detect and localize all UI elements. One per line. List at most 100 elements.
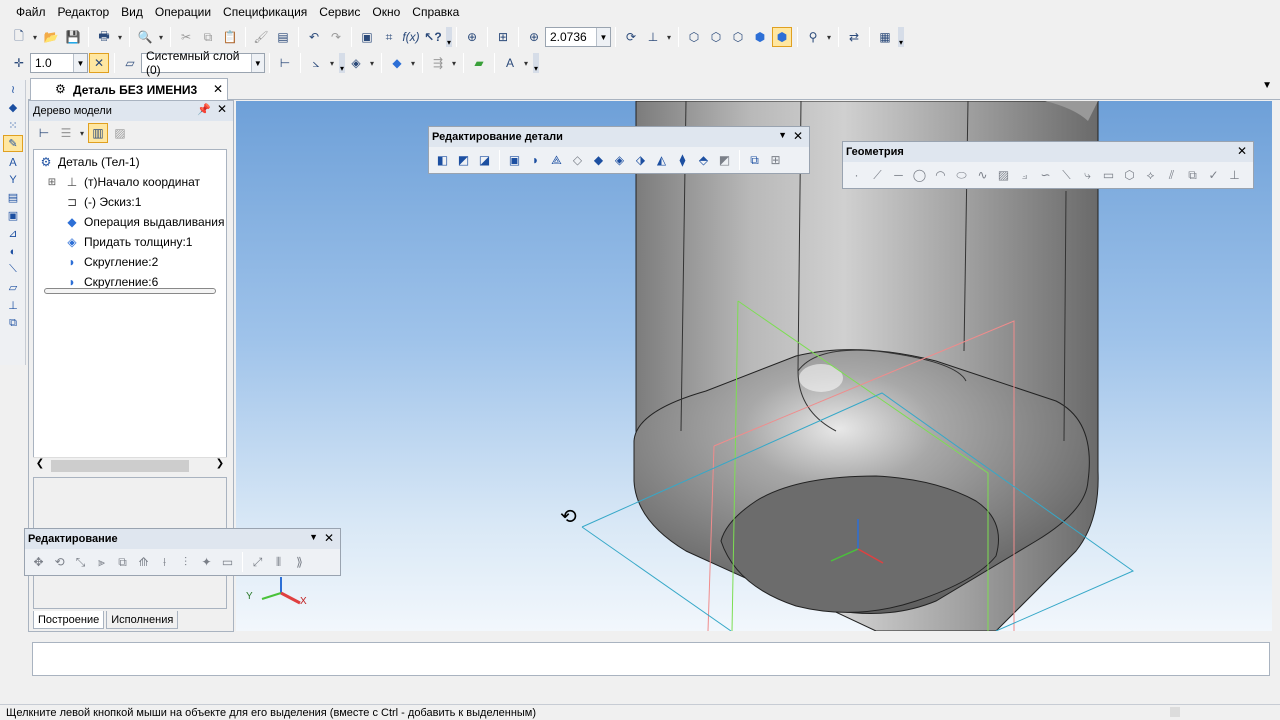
scroll-left-icon[interactable]: ❮	[33, 458, 47, 469]
circle-icon[interactable]: ◯	[910, 165, 930, 185]
rebuild-icon[interactable]: ⇄	[844, 27, 864, 47]
rotate-icon[interactable]: ⟳	[621, 27, 641, 47]
copy-icon[interactable]: ⧉	[198, 27, 218, 47]
curve-icon[interactable]: ≀	[3, 81, 23, 98]
toolbar-grip[interactable]: ▾	[446, 27, 452, 47]
polyline-icon[interactable]: ⟓	[1015, 165, 1035, 185]
chevron-down-icon[interactable]: ▼	[309, 532, 318, 542]
fillet-line-icon[interactable]: ⤷	[1078, 165, 1098, 185]
bezier-icon[interactable]: ∽	[1036, 165, 1056, 185]
paste-icon[interactable]: 📋	[220, 27, 240, 47]
surface-panel-icon[interactable]: ◐	[3, 243, 23, 260]
properties-icon[interactable]: ▤	[273, 27, 293, 47]
mirror-icon[interactable]: ◭	[652, 150, 672, 170]
zoom-in-icon[interactable]: ⊕	[524, 27, 544, 47]
menu-editor[interactable]: Редактор	[52, 0, 116, 24]
chevron-down-icon[interactable]: ▼	[596, 28, 610, 46]
chamfer-line-icon[interactable]: ⟍	[1057, 165, 1077, 185]
expand-icon[interactable]: ⊞	[44, 174, 60, 190]
chevron-down-icon[interactable]: ▼	[778, 130, 787, 140]
tree-item[interactable]: ◆ Операция выдавливания	[64, 212, 224, 232]
rollback-bar[interactable]	[44, 288, 216, 294]
filter-icon[interactable]: ⚲	[803, 27, 823, 47]
report-panel-icon[interactable]: ▣	[3, 207, 23, 224]
section-dropdown-icon[interactable]: ▾	[450, 53, 458, 73]
redo-icon[interactable]: ↷	[326, 27, 346, 47]
tree-dropdown-icon[interactable]: ▾	[78, 123, 86, 143]
rectangle-icon[interactable]: ▭	[1099, 165, 1119, 185]
project-icon[interactable]: ⧉	[1183, 165, 1203, 185]
trim-icon[interactable]: ⟊	[155, 552, 175, 572]
dimension-icon[interactable]: A	[500, 53, 520, 73]
ellipse-icon[interactable]: ⬭	[952, 165, 972, 185]
halftone-edges-icon[interactable]: ⬢	[772, 27, 792, 47]
wireframe-icon[interactable]: ⬡	[684, 27, 704, 47]
tree-view-icon[interactable]: ▨	[110, 123, 130, 143]
layer-combo[interactable]: Системный слой (0) ▼	[141, 49, 265, 77]
hole-icon[interactable]: ⬗	[631, 150, 651, 170]
arc-icon[interactable]: ◠	[931, 165, 951, 185]
tab-construction[interactable]: Построение	[33, 611, 105, 629]
thin-lines-icon[interactable]: ⬡	[728, 27, 748, 47]
dimension-dropdown-icon[interactable]: ▾	[522, 53, 530, 73]
extend-icon[interactable]: ⟫	[290, 552, 310, 572]
variables-icon[interactable]: f(x)	[401, 27, 421, 47]
cut-extrude-icon[interactable]: ▣	[505, 150, 525, 170]
split-icon[interactable]: ◩	[715, 150, 735, 170]
menu-operations[interactable]: Операции	[149, 0, 217, 24]
line-panel-icon[interactable]: ⟍	[3, 261, 23, 278]
color-dropdown-icon[interactable]: ▾	[409, 53, 417, 73]
part-edit-toolbar-header[interactable]: Редактирование детали ▼ ✕	[429, 127, 809, 147]
menu-view[interactable]: Вид	[115, 0, 149, 24]
print-icon[interactable]: 🖶	[94, 27, 114, 47]
filter-dropdown-icon[interactable]: ▾	[825, 27, 833, 47]
green-part-icon[interactable]: ▰	[469, 53, 489, 73]
close-icon[interactable]: ✕	[1237, 144, 1247, 158]
menu-specification[interactable]: Спецификация	[217, 0, 313, 24]
thread-icon[interactable]: ⬘	[694, 150, 714, 170]
measure-icon[interactable]: ▦	[875, 27, 895, 47]
point-icon[interactable]: ·	[847, 165, 867, 185]
tab-versions[interactable]: Исполнения	[106, 611, 179, 629]
align-icon[interactable]: ⫴	[269, 552, 289, 572]
zoom-window-icon[interactable]: ⊕	[462, 27, 482, 47]
library-icon[interactable]: ⌗	[379, 27, 399, 47]
toolbar-grip[interactable]: ▾	[533, 53, 539, 73]
orientation-dropdown-icon[interactable]: ▾	[665, 27, 673, 47]
geometry-toolbar-header[interactable]: Геометрия ✕	[843, 142, 1253, 162]
preview-icon[interactable]: 🔍	[135, 27, 155, 47]
section-icon[interactable]: ⇶	[428, 53, 448, 73]
scroll-thumb[interactable]	[51, 460, 189, 472]
hidden-lines-icon[interactable]: ⬡	[706, 27, 726, 47]
document-tab[interactable]: ⚙ Деталь БЕЗ ИМЕНИ3 ✕	[30, 78, 228, 100]
help-pointer-icon[interactable]: ↖?	[423, 27, 443, 47]
part-edit-panel-icon[interactable]: ◆	[3, 99, 23, 116]
offset-icon[interactable]: ⫽	[1162, 165, 1182, 185]
appearance-icon[interactable]: ◈	[346, 53, 366, 73]
layer-icon[interactable]: ▱	[120, 53, 140, 73]
chevron-down-icon[interactable]: ▼	[250, 54, 264, 72]
break-icon[interactable]: ⫶	[176, 552, 196, 572]
chevron-down-icon[interactable]: ▼	[73, 54, 87, 72]
filter-panel-icon[interactable]: Y	[3, 171, 23, 188]
points-icon[interactable]: ⁙	[3, 117, 23, 134]
chamfer-icon[interactable]: ⟁	[547, 150, 567, 170]
measure-panel-icon[interactable]: ⊿	[3, 225, 23, 242]
rib-icon[interactable]: ◆	[589, 150, 609, 170]
snap-icon[interactable]: ✛	[9, 53, 29, 73]
scale-icon[interactable]: ⤡	[71, 552, 91, 572]
spline-icon[interactable]: ∿	[973, 165, 993, 185]
open-folder-icon[interactable]: 📂	[41, 27, 61, 47]
orientation-icon[interactable]: ⊥	[643, 27, 663, 47]
shell-icon[interactable]: ◇	[568, 150, 588, 170]
hatch-icon[interactable]: ▨	[994, 165, 1014, 185]
segment-icon[interactable]: ─	[889, 165, 909, 185]
save-icon[interactable]: 💾	[63, 27, 83, 47]
tree-item[interactable]: ◗ Скругление:2	[64, 252, 158, 272]
vertical-scrollbar[interactable]	[1272, 101, 1280, 631]
tree-filter-icon[interactable]: ▥	[88, 123, 108, 143]
color-icon[interactable]: ◆	[387, 53, 407, 73]
tree-item[interactable]: ⚙ Деталь (Тел-1)	[38, 152, 140, 172]
tree-list-icon[interactable]: ☰	[56, 123, 76, 143]
close-icon[interactable]: ✕	[213, 82, 223, 96]
